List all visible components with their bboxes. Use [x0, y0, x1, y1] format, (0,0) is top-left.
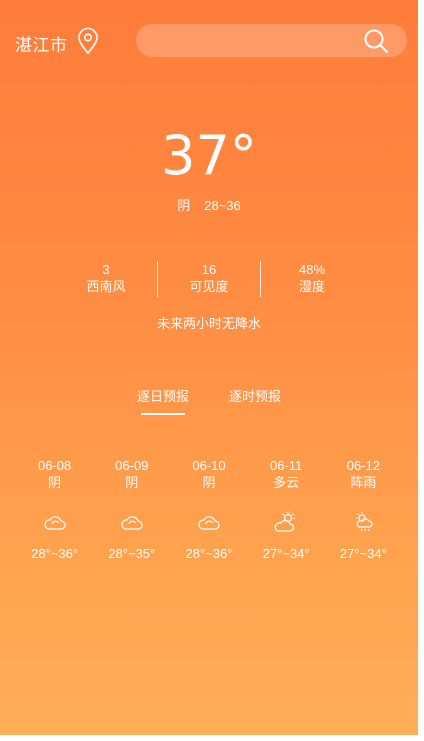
forecast-day: 06-11 多云 27°~34°	[248, 458, 325, 561]
location-pin-icon[interactable]	[76, 27, 100, 55]
forecast-range: 27°~34°	[339, 546, 387, 561]
stat-humidity: 48% 湿度	[260, 261, 363, 297]
forecast-range: 28°~36°	[31, 546, 79, 561]
stat-value: 3	[102, 262, 110, 277]
tab-daily[interactable]: 逐日预报	[137, 386, 189, 415]
stat-visibility: 16 可见度	[157, 261, 260, 297]
forecast-day: 06-12 阵雨 27°~34°	[325, 458, 402, 561]
rain-notice: 未来两小时无降水	[156, 316, 261, 331]
cloudy-icon	[43, 516, 66, 530]
forecast-range: 28°~35°	[108, 546, 156, 561]
shower-icon	[356, 512, 373, 532]
forecast-date: 06-10	[192, 458, 226, 473]
forecast-tabs: 逐日预报 逐时预报	[0, 386, 418, 415]
search-bar[interactable]	[136, 24, 407, 59]
weather-stats: 3 西南风 16 可见度 48% 湿度	[55, 261, 363, 297]
stat-value: 48%	[298, 262, 326, 277]
temperature-range: 28~36	[204, 198, 241, 213]
forecast-condition: 阴	[202, 475, 216, 490]
forecast-day: 06-10 阴 28°~36°	[170, 458, 247, 561]
forecast-date: 06-08	[37, 458, 72, 473]
tab-hourly[interactable]: 逐时预报	[229, 386, 281, 415]
stat-wind: 3 西南风	[55, 261, 157, 297]
search-icon[interactable]	[363, 28, 389, 54]
current-condition: 阴 28~36	[0, 195, 418, 214]
forecast-range: 28°~36°	[185, 546, 233, 561]
current-temperature: 37°	[161, 124, 257, 187]
search-input[interactable]	[152, 24, 361, 59]
forecast-date: 06-09	[115, 458, 149, 473]
stat-value: 16	[201, 262, 217, 277]
forecast-day: 06-09 阴 28°~35°	[93, 458, 170, 561]
partly-cloudy-icon	[274, 511, 296, 532]
forecast-day: 06-08 阴 28°~36°	[16, 458, 93, 561]
stat-label: 西南风	[86, 279, 126, 294]
cloudy-icon	[121, 516, 143, 530]
cloudy-icon	[198, 516, 220, 530]
forecast-condition: 多云	[273, 475, 300, 490]
forecast-range: 27°~34°	[262, 546, 310, 561]
stat-label: 湿度	[298, 279, 325, 294]
forecast-date: 06-12	[346, 458, 380, 473]
condition-text: 阴	[177, 198, 191, 213]
weather-app: 湛江市 37° 阴 28~36 3 西南风 16 可见度 48% 湿度 未来两小时…	[0, 0, 418, 735]
daily-forecast: 06-08 阴 28°~36° 06-09 阴 28°~35° 06-10 阴	[16, 458, 402, 561]
stat-label: 可见度	[189, 279, 229, 294]
forecast-condition: 阵雨	[350, 475, 377, 490]
forecast-condition: 阴	[125, 475, 139, 490]
forecast-date: 06-11	[270, 458, 303, 473]
city-name[interactable]: 湛江市	[15, 31, 68, 56]
forecast-condition: 阴	[48, 475, 62, 490]
